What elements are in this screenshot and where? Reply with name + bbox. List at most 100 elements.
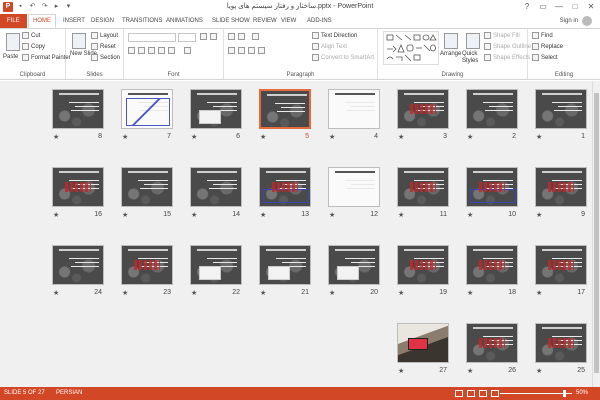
tab-view[interactable]: VIEW bbox=[277, 14, 300, 28]
tab-slide-show[interactable]: SLIDE SHOW bbox=[208, 14, 254, 28]
slide-thumbnail[interactable] bbox=[397, 245, 449, 285]
zoom-slider-thumb[interactable] bbox=[563, 390, 566, 397]
copy-button[interactable]: Copy bbox=[22, 43, 45, 50]
select-button[interactable]: Select bbox=[532, 54, 558, 61]
transition-star-icon[interactable]: ★ bbox=[260, 289, 266, 297]
font-name-combo[interactable] bbox=[128, 33, 176, 42]
section-button[interactable]: Section bbox=[91, 54, 120, 61]
transition-star-icon[interactable]: ★ bbox=[536, 289, 542, 297]
paste-icon[interactable] bbox=[6, 33, 20, 51]
transition-star-icon[interactable]: ★ bbox=[398, 367, 404, 375]
avatar[interactable] bbox=[582, 16, 592, 26]
slide-thumbnail[interactable] bbox=[397, 167, 449, 207]
paste-button[interactable]: Paste bbox=[3, 54, 18, 60]
transition-star-icon[interactable]: ★ bbox=[191, 211, 197, 219]
slide-thumbnail[interactable] bbox=[535, 245, 587, 285]
slide-thumbnail[interactable] bbox=[259, 167, 311, 207]
font-color-button[interactable] bbox=[184, 47, 191, 54]
bullets-button[interactable] bbox=[228, 33, 235, 40]
strikethrough-button[interactable] bbox=[168, 47, 175, 54]
slide-thumbnail[interactable] bbox=[397, 323, 449, 363]
transition-star-icon[interactable]: ★ bbox=[398, 211, 404, 219]
slide-thumbnail[interactable] bbox=[190, 245, 242, 285]
shape-fill-button[interactable]: Shape Fill bbox=[484, 32, 520, 39]
slide-thumbnail[interactable] bbox=[466, 323, 518, 363]
slide-thumbnail[interactable] bbox=[397, 89, 449, 129]
ribbon-display-button[interactable]: ▭ bbox=[536, 1, 550, 12]
align-text-button[interactable]: Align Text bbox=[312, 43, 347, 50]
tab-add-ins[interactable]: ADD-INS bbox=[303, 14, 336, 28]
tab-review[interactable]: REVIEW bbox=[249, 14, 281, 28]
transition-star-icon[interactable]: ★ bbox=[467, 367, 473, 375]
reading-view-icon[interactable] bbox=[479, 390, 487, 397]
scrollbar-thumb[interactable] bbox=[594, 93, 599, 373]
transition-star-icon[interactable]: ★ bbox=[467, 133, 473, 141]
align-left-button[interactable] bbox=[228, 47, 235, 54]
text-direction-button[interactable]: Text Direction bbox=[312, 32, 357, 39]
layout-button[interactable]: Layout bbox=[91, 32, 118, 39]
transition-star-icon[interactable]: ★ bbox=[467, 211, 473, 219]
transition-star-icon[interactable]: ★ bbox=[536, 367, 542, 375]
normal-view-icon[interactable] bbox=[455, 390, 463, 397]
arrange-button[interactable]: Arrange bbox=[440, 51, 461, 57]
tab-design[interactable]: DESIGN bbox=[87, 14, 118, 28]
minimize-button[interactable]: — bbox=[552, 1, 566, 12]
arrange-icon[interactable] bbox=[444, 33, 458, 49]
transition-star-icon[interactable]: ★ bbox=[467, 289, 473, 297]
transition-star-icon[interactable]: ★ bbox=[260, 211, 266, 219]
align-center-button[interactable] bbox=[238, 47, 245, 54]
transition-star-icon[interactable]: ★ bbox=[260, 133, 266, 141]
transition-star-icon[interactable]: ★ bbox=[122, 211, 128, 219]
reset-button[interactable]: Reset bbox=[91, 43, 116, 50]
italic-button[interactable] bbox=[138, 47, 145, 54]
format-painter-button[interactable]: Format Painter bbox=[22, 54, 71, 61]
help-button[interactable]: ? bbox=[520, 1, 534, 12]
slide-thumbnail[interactable] bbox=[121, 245, 173, 285]
font-size-combo[interactable] bbox=[178, 33, 196, 42]
slide-thumbnail[interactable] bbox=[52, 167, 104, 207]
transition-star-icon[interactable]: ★ bbox=[122, 133, 128, 141]
slide-thumbnail[interactable] bbox=[328, 245, 380, 285]
align-right-button[interactable] bbox=[248, 47, 255, 54]
transition-star-icon[interactable]: ★ bbox=[53, 211, 59, 219]
slide-thumbnail[interactable] bbox=[52, 89, 104, 129]
find-button[interactable]: Find bbox=[532, 32, 553, 39]
slide-thumbnail[interactable] bbox=[466, 167, 518, 207]
zoom-slider[interactable] bbox=[500, 393, 572, 394]
zoom-level[interactable]: 50% bbox=[576, 387, 588, 400]
maximize-button[interactable]: □ bbox=[568, 1, 582, 12]
transition-star-icon[interactable]: ★ bbox=[53, 289, 59, 297]
tab-home[interactable]: HOME bbox=[28, 14, 56, 28]
transition-star-icon[interactable]: ★ bbox=[329, 211, 335, 219]
sign-in-link[interactable]: Sign in bbox=[560, 14, 578, 28]
slide-thumbnail[interactable] bbox=[535, 167, 587, 207]
tab-file[interactable]: FILE bbox=[0, 14, 27, 28]
slide-thumbnail[interactable] bbox=[535, 323, 587, 363]
convert-smartart-button[interactable]: Convert to SmartArt bbox=[312, 54, 374, 61]
quick-styles-button[interactable]: Quick Styles bbox=[462, 51, 482, 65]
transition-star-icon[interactable]: ★ bbox=[398, 289, 404, 297]
tab-transitions[interactable]: TRANSITIONS bbox=[118, 14, 166, 28]
transition-star-icon[interactable]: ★ bbox=[191, 289, 197, 297]
replace-button[interactable]: Replace bbox=[532, 43, 563, 50]
close-button[interactable]: ✕ bbox=[584, 1, 598, 12]
shrink-font-button[interactable] bbox=[210, 33, 217, 40]
shadow-button[interactable] bbox=[158, 47, 165, 54]
slide-thumbnail[interactable] bbox=[190, 89, 242, 129]
transition-star-icon[interactable]: ★ bbox=[53, 133, 59, 141]
indent-button[interactable] bbox=[252, 33, 259, 40]
numbering-button[interactable] bbox=[238, 33, 245, 40]
slide-thumbnail[interactable] bbox=[259, 89, 311, 129]
slide-thumbnail[interactable] bbox=[535, 89, 587, 129]
transition-star-icon[interactable]: ★ bbox=[536, 211, 542, 219]
slide-thumbnail[interactable] bbox=[121, 167, 173, 207]
slide-sorter[interactable]: 1 ★ 2 ★ 3 ★ 4 ★ 5 ★ 6 ★ 7 ★ 8 ★ 9 ★ 10 ★ 11 ★ 12 ★ 13 ★ 14 ★ 15 ★ 16 ★ 1… bbox=[0, 81, 600, 387]
slide-thumbnail[interactable] bbox=[52, 245, 104, 285]
bold-button[interactable] bbox=[128, 47, 135, 54]
tab-insert[interactable]: INSERT bbox=[59, 14, 89, 28]
transition-star-icon[interactable]: ★ bbox=[329, 289, 335, 297]
shape-effects-button[interactable]: Shape Effects bbox=[484, 54, 530, 61]
vertical-scrollbar[interactable] bbox=[592, 81, 600, 387]
transition-star-icon[interactable]: ★ bbox=[122, 289, 128, 297]
transition-star-icon[interactable]: ★ bbox=[329, 133, 335, 141]
